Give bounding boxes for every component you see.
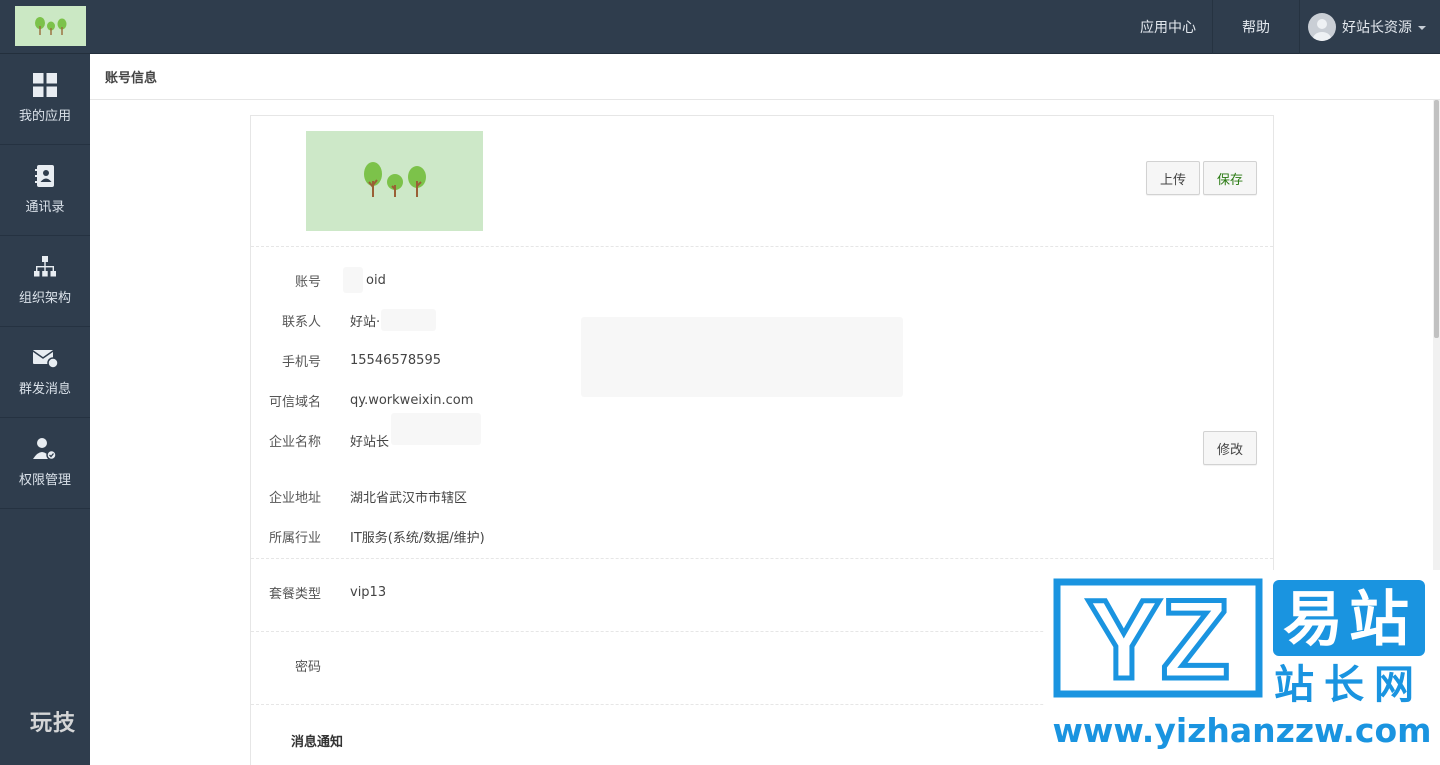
company-name-row: 企业名称 好站长 [251,430,389,450]
contact-label: 联系人 [281,314,321,330]
site-watermark: YZ 易站 站长网 www.yizhanzzw.com [1045,570,1440,765]
breadcrumb: 账号信息 [90,54,1440,100]
domain-label: 可信域名 [268,394,321,410]
app-center-link[interactable]: 应用中心 [1140,0,1212,54]
contacts-icon [35,165,54,187]
top-nav-links: 应用中心 帮助 好站长资源 [1140,0,1440,54]
broadcast-message-icon [32,350,58,369]
notifications-title: 消息通知 [291,735,344,750]
top-navigation-bar: 应用中心 帮助 好站长资源 [0,0,1440,54]
watermark-url: www.yizhanzzw.com [1052,711,1431,750]
address-row: 企业地址 湖北省武汉市市辖区 [251,486,467,506]
sidebar-item-label: 群发消息 [18,382,71,397]
chevron-down-icon [1418,26,1426,30]
account-label: 账号 [294,274,321,290]
org-chart-icon [34,256,56,277]
scrollbar-thumb[interactable] [1434,100,1439,338]
watermark-brand-top: 易站 [1283,585,1415,655]
trees-logo-icon [363,162,426,197]
help-link[interactable]: 帮助 [1212,0,1299,54]
redaction-mask [391,413,481,445]
phone-row: 手机号 15546578595 [251,350,441,370]
redaction-mask [343,267,363,293]
domain-row: 可信域名 qy.workweixin.com [251,390,473,410]
address-value: 湖北省武汉市市辖区 [350,490,468,506]
account-row: 账号 oid [251,270,386,290]
sidebar-item-label: 权限管理 [18,473,71,488]
user-name: 好站长资源 [1342,20,1412,36]
sidebar: 我的应用 通讯录 组织架构 群发消息 权限管理 玩技 [0,54,90,765]
save-label: 保存 [1216,172,1243,188]
account-value: oid [366,272,386,288]
sidebar-item-contacts[interactable]: 通讯录 [0,145,90,236]
grid-icon [33,73,57,97]
admin-permission-icon [33,438,57,461]
company-logo[interactable] [15,6,86,46]
industry-label: 所属行业 [268,530,321,546]
upload-label: 上传 [1159,172,1186,188]
industry-value: IT服务(系统/数据/维护) [350,530,485,546]
user-avatar-icon [1313,19,1331,41]
trees-logo-icon [34,17,66,35]
address-label: 企业地址 [268,490,321,506]
company-name-value: 好站长 [350,434,390,450]
plan-label: 套餐类型 [268,586,321,602]
plan-row: 套餐类型 vip13 [251,582,386,602]
edit-button[interactable]: 修改 [1203,431,1257,465]
company-name-label: 企业名称 [268,434,321,450]
yizhan-watermark-logo: YZ 易站 站长网 www.yizhanzzw.com [1052,575,1431,751]
sidebar-item-broadcast[interactable]: 群发消息 [0,327,90,418]
watermark-logo-letters: YZ [1086,577,1229,702]
industry-row: 所属行业 IT服务(系统/数据/维护) [251,526,485,546]
sidebar-item-label: 通讯录 [25,200,65,215]
watermark-brand-bottom: 站长网 [1274,662,1424,708]
account-details-section: 账号 oid 联系人 好站· 手机号 15546578595 可信域名 qy.w… [251,247,1273,559]
save-button[interactable]: 保存 [1203,161,1257,195]
page-title: 账号信息 [105,71,158,86]
logo-section: 上传 保存 [251,116,1273,247]
avatar [1308,13,1336,41]
password-row: 密码 [251,655,321,675]
redaction-mask [381,309,436,331]
upload-button[interactable]: 上传 [1146,161,1200,195]
edit-label: 修改 [1216,442,1243,458]
contact-row: 联系人 好站· [251,310,380,330]
domain-value: qy.workweixin.com [350,392,474,408]
sidebar-watermark-text: 玩技 [30,711,77,736]
help-label: 帮助 [1242,20,1270,36]
sidebar-item-label: 组织架构 [18,291,71,306]
contact-value: 好站· [350,314,381,330]
password-label: 密码 [294,659,321,675]
phone-label: 手机号 [281,354,321,370]
phone-value: 15546578595 [350,352,441,368]
app-center-label: 应用中心 [1140,20,1196,36]
sidebar-item-my-apps[interactable]: 我的应用 [0,54,90,145]
redaction-mask [581,317,903,397]
sidebar-item-permissions[interactable]: 权限管理 [0,418,90,509]
user-menu[interactable]: 好站长资源 [1299,0,1440,54]
plan-value: vip13 [350,584,387,600]
sidebar-item-org-structure[interactable]: 组织架构 [0,236,90,327]
sidebar-item-label: 我的应用 [18,109,71,124]
company-logo-preview [306,131,483,231]
